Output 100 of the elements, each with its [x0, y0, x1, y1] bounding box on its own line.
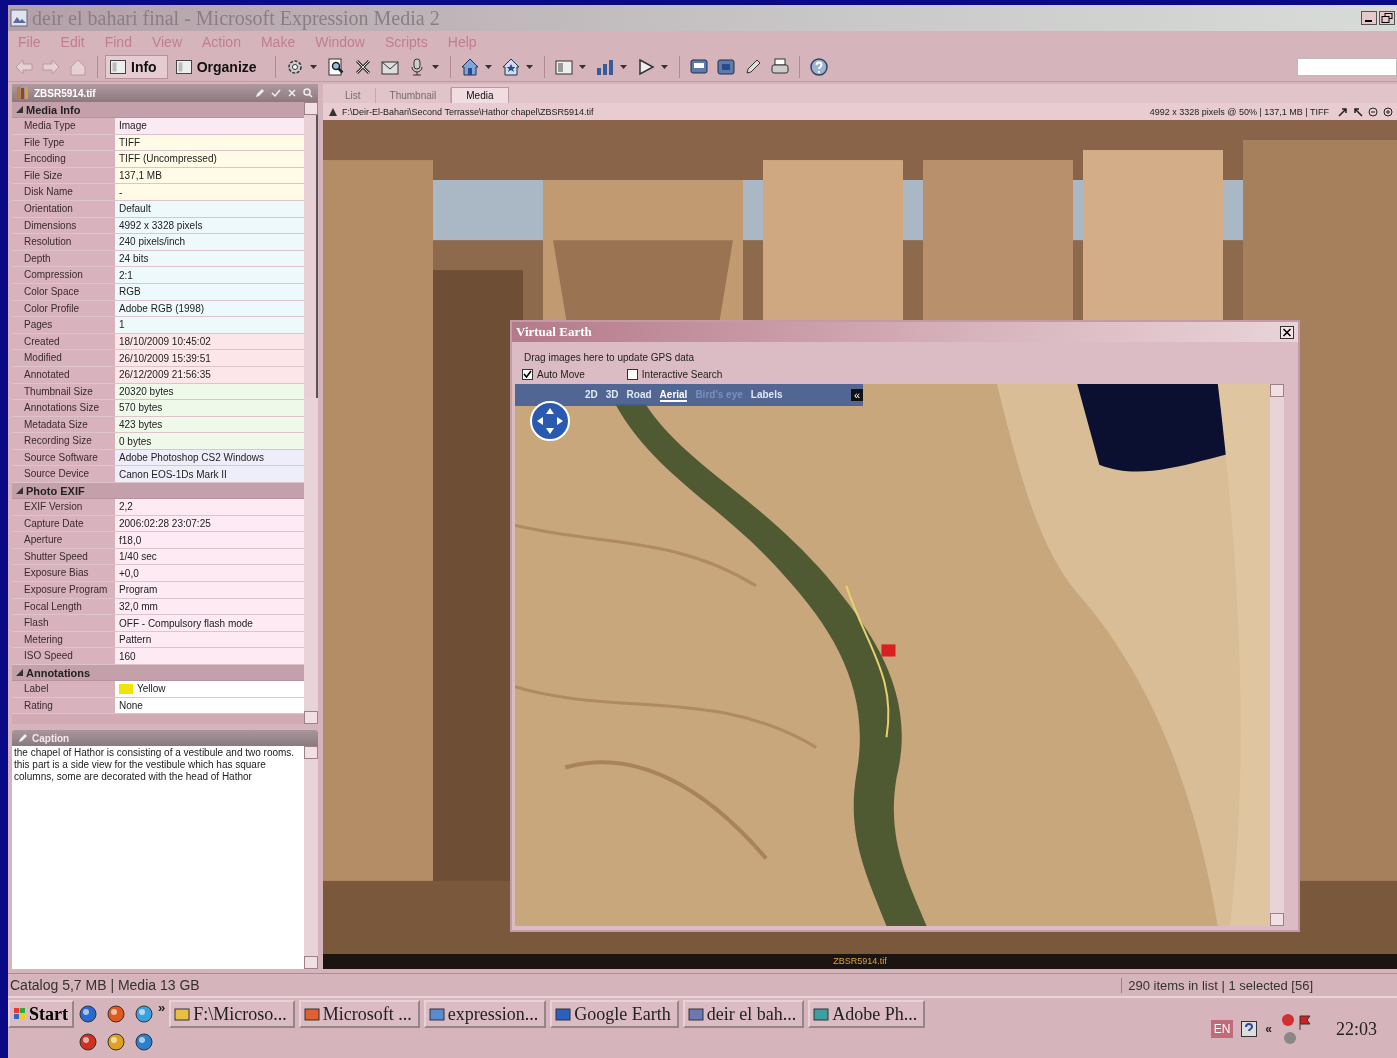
status-text: Catalog 5,7 MB | Media 13 GB — [10, 977, 200, 993]
house-icon[interactable] — [459, 57, 480, 77]
printer-icon[interactable] — [769, 57, 790, 77]
minimize-button[interactable] — [1361, 11, 1377, 25]
section-header[interactable]: Annotations — [12, 665, 304, 681]
scroll-up-button[interactable] — [304, 102, 318, 115]
caret-icon[interactable] — [619, 65, 627, 69]
disc-icon[interactable] — [106, 1032, 126, 1052]
panel-icon — [110, 60, 126, 74]
expand-icon[interactable] — [1338, 106, 1348, 117]
scrollbar[interactable] — [304, 746, 318, 969]
search-icon[interactable] — [302, 87, 314, 99]
help-icon[interactable] — [1241, 1021, 1258, 1037]
taskbar-button[interactable]: Google Earth — [550, 1000, 679, 1028]
field-value: 1 — [115, 317, 304, 333]
books-icon — [16, 86, 30, 100]
status-text: 290 items in list | 1 selected [56] — [1121, 977, 1313, 993]
app-icon[interactable] — [134, 1032, 154, 1052]
field-value: 160 — [115, 648, 304, 664]
scroll-up-button[interactable] — [304, 746, 318, 759]
up-arrow-icon[interactable] — [329, 107, 337, 116]
field-label: Label — [12, 681, 115, 697]
scroll-down-button[interactable] — [304, 956, 318, 969]
window-icon — [174, 1006, 191, 1022]
field-value: Canon EOS-1Ds Mark II — [115, 466, 304, 483]
taskbar-button[interactable]: Adobe Ph... — [808, 1000, 926, 1028]
check-icon[interactable] — [270, 87, 282, 99]
media-caption: ZBSR5914.tif — [323, 954, 1397, 969]
caret-icon[interactable] — [525, 65, 533, 69]
zoom-out-icon[interactable] — [1368, 106, 1378, 117]
panel-icon — [175, 60, 192, 74]
taskbar-button[interactable]: deir el bah... — [682, 1000, 805, 1028]
expand-arrow-icon[interactable] — [16, 669, 23, 676]
field-label: Flash — [12, 615, 115, 631]
field-value: 240 pixels/inch — [115, 234, 304, 250]
pointer-icon[interactable] — [1353, 106, 1363, 117]
start-button[interactable]: Start — [8, 1000, 74, 1028]
field-label: Recording Size — [12, 433, 115, 449]
window-icon — [687, 1006, 704, 1022]
section-header[interactable]: Photo EXIF — [12, 483, 304, 500]
expand-arrow-icon[interactable] — [16, 106, 23, 113]
field-label: Exposure Program — [12, 582, 115, 598]
view-button[interactable]: Info — [105, 55, 168, 79]
taskbar-button[interactable]: F:\Microso... — [169, 1000, 295, 1028]
section-title: Annotations — [26, 666, 91, 679]
taskbar-button[interactable]: Microsoft ... — [298, 1000, 420, 1028]
caret-icon[interactable] — [309, 65, 317, 69]
taskbar-button[interactable]: expression... — [423, 1000, 547, 1028]
zoom-in-icon[interactable] — [1383, 106, 1393, 117]
browser-icon[interactable] — [134, 1004, 154, 1024]
caret-icon[interactable] — [578, 65, 586, 69]
tray-icons-drawing[interactable] — [1280, 1012, 1314, 1046]
globe-icon[interactable] — [78, 1004, 98, 1024]
image-info: 4992 x 3328 pixels @ 50% | 137,1 MB | TIFF — [1149, 106, 1329, 117]
house-icon[interactable] — [500, 57, 521, 77]
field-label: Resolution — [12, 234, 115, 250]
browser-icon[interactable] — [106, 1004, 126, 1024]
field-label: ISO Speed — [12, 648, 115, 664]
field-label: Compression — [12, 267, 115, 283]
monitor-icon[interactable] — [688, 57, 709, 77]
caption-title: Caption — [32, 732, 70, 744]
scroll-thumb[interactable] — [304, 115, 318, 398]
tab[interactable]: Media — [451, 87, 509, 103]
magnifier-icon[interactable] — [325, 57, 346, 77]
section-header[interactable]: Media Info — [12, 102, 304, 118]
panel-icon[interactable] — [553, 57, 574, 77]
caret-icon[interactable] — [484, 65, 492, 69]
caret-icon[interactable] — [431, 65, 439, 69]
field-value: 2,2 — [115, 499, 304, 515]
search-field[interactable] — [1297, 58, 1397, 76]
window-icon — [428, 1006, 445, 1022]
field-value: - — [115, 184, 304, 200]
close-icon[interactable] — [286, 87, 298, 99]
window-icon — [813, 1006, 830, 1022]
view-button[interactable]: Organize — [170, 55, 268, 79]
field-label: Annotations Size — [12, 400, 115, 416]
field-label: Modified — [12, 350, 115, 366]
app-icon — [10, 9, 28, 27]
field-label: EXIF Version — [12, 499, 115, 515]
section-title: Photo EXIF — [26, 484, 85, 497]
field-value: 2:1 — [115, 267, 304, 283]
field-value: OFF - Compulsory flash mode — [115, 615, 304, 631]
scrollbar[interactable] — [304, 102, 318, 724]
caption-text: the chapel of Hathor is consisting of a vestibule and two rooms. this part is a side view for the vestibule which has square columns, some are decorated with the head of Hathor — [13, 746, 296, 784]
field-label: Encoding — [12, 151, 115, 167]
restore-button[interactable] — [1379, 11, 1395, 25]
windows-logo-icon — [14, 1008, 26, 1020]
language-indicator[interactable]: EN — [1210, 1020, 1234, 1038]
ball-icon[interactable] — [78, 1032, 98, 1052]
file-path: F:\Deir-El-Bahari\Second Terrasse\Hathor chapel\ZBSR5914.tif — [342, 106, 594, 117]
window-icon — [303, 1006, 320, 1022]
show-hidden-icons-button[interactable]: « — [1265, 1022, 1272, 1036]
field-label: Aperture — [12, 532, 115, 548]
screen-icon[interactable] — [715, 57, 736, 77]
help-icon[interactable] — [808, 57, 829, 77]
more-button[interactable]: » — [158, 1000, 166, 1015]
caret-icon[interactable] — [660, 65, 668, 69]
scroll-down-button[interactable] — [304, 711, 318, 724]
expand-arrow-icon[interactable] — [16, 487, 23, 495]
bar-chart-icon[interactable] — [594, 57, 615, 77]
